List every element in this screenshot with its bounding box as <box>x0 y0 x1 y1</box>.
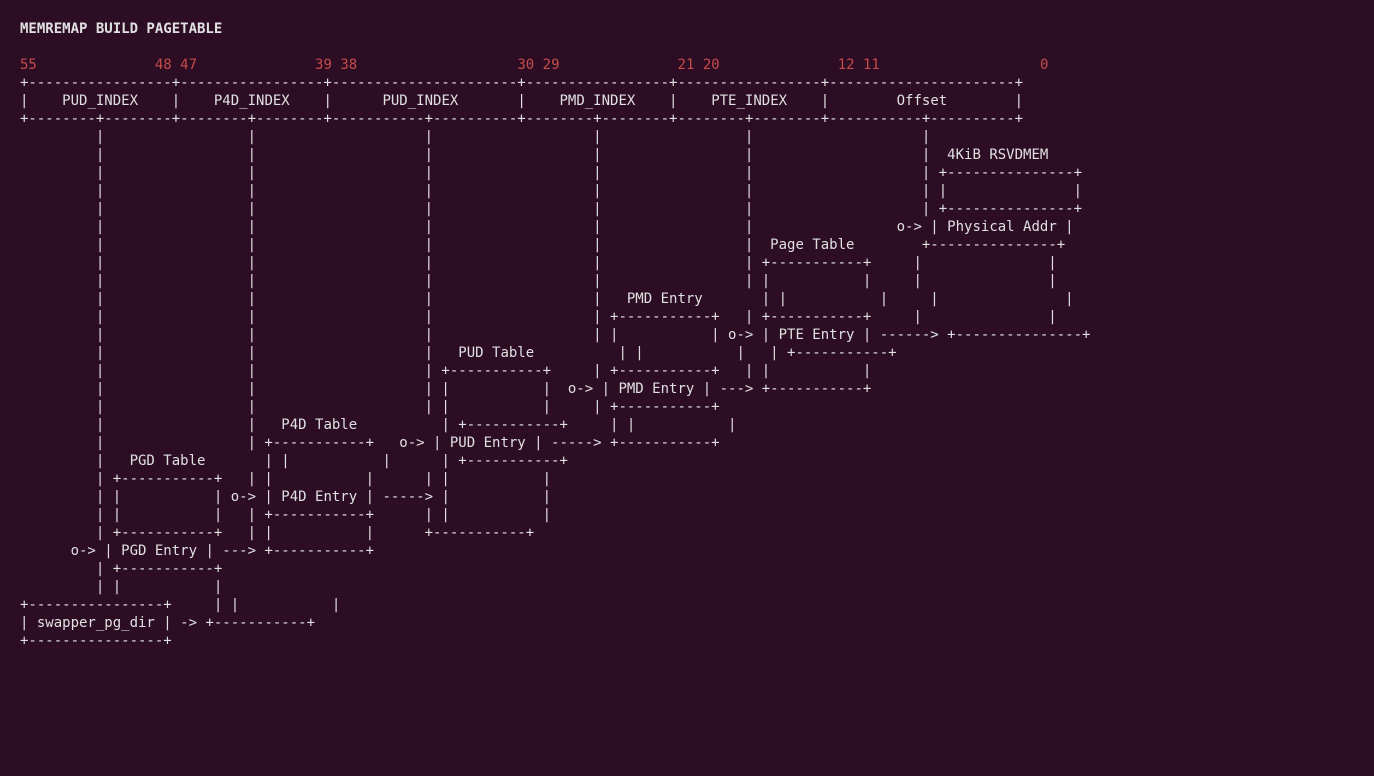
label-p4dentry: P4D Entry <box>281 489 357 505</box>
label-p4dtable: P4D Table <box>281 417 357 433</box>
label-rsvdmem: 4KiB RSVDMEM <box>947 147 1048 163</box>
bit-11: 11 <box>863 57 880 73</box>
label-pgdtable: PGD Table <box>130 453 206 469</box>
pagetable-diagram: MEMREMAP BUILD PAGETABLE 55 48 47 39 38 … <box>0 0 1374 670</box>
field-offset: Offset <box>897 93 948 109</box>
bit-30: 30 <box>517 57 534 73</box>
diagram-title: MEMREMAP BUILD PAGETABLE <box>20 21 222 37</box>
bit-0: 0 <box>1040 57 1048 73</box>
field-pte-index: PTE_INDEX <box>711 93 787 109</box>
bit-38: 38 <box>340 57 357 73</box>
label-pmdentry-lbl: PMD Entry <box>627 291 703 307</box>
field-pud-index: PUD_INDEX <box>62 93 138 109</box>
field-p4d-index: P4D_INDEX <box>214 93 290 109</box>
field-pmd-index: PMD_INDEX <box>559 93 635 109</box>
bit-29: 29 <box>543 57 560 73</box>
label-pmdentry: PMD Entry <box>618 381 694 397</box>
label-pagetable: Page Table <box>770 237 854 253</box>
bit-12: 12 <box>838 57 855 73</box>
bit-39: 39 <box>315 57 332 73</box>
label-pgdentry: PGD Entry <box>121 543 197 559</box>
label-pteentry: PTE Entry <box>779 327 855 343</box>
label-physaddr: Physical Addr <box>947 219 1057 235</box>
label-pudtable: PUD Table <box>458 345 534 361</box>
label-pudentry: PUD Entry <box>450 435 526 451</box>
bit-55: 55 <box>20 57 37 73</box>
bit-48: 48 <box>155 57 172 73</box>
bit-20: 20 <box>703 57 720 73</box>
bit-21: 21 <box>678 57 695 73</box>
bit-47: 47 <box>180 57 197 73</box>
label-swapper: swapper_pg_dir <box>37 615 155 631</box>
field-pud-index-2: PUD_INDEX <box>382 93 458 109</box>
